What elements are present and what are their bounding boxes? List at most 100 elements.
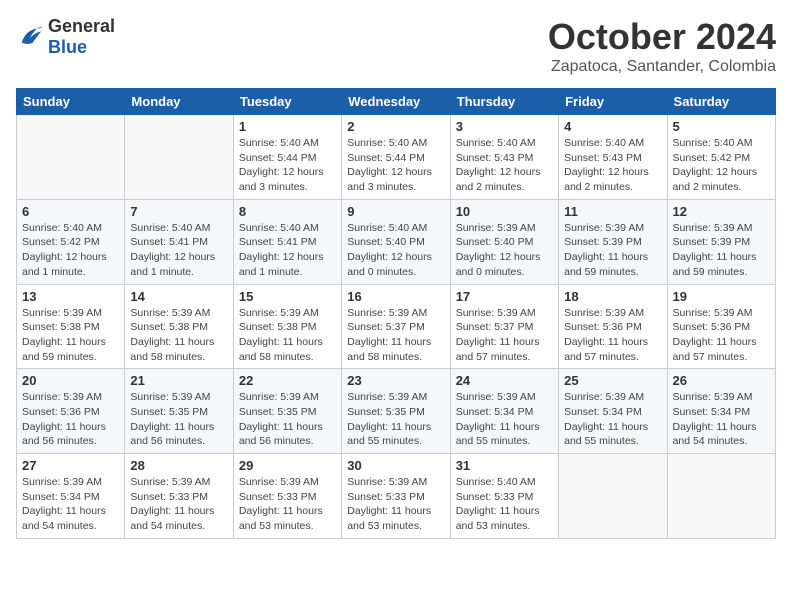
logo-bird-icon	[16, 23, 44, 51]
day-number: 6	[22, 204, 119, 219]
day-number: 21	[130, 373, 227, 388]
day-number: 17	[456, 289, 553, 304]
day-number: 13	[22, 289, 119, 304]
calendar-cell: 5 Sunrise: 5:40 AMSunset: 5:42 PMDaylight…	[667, 115, 775, 200]
calendar-week-row: 27 Sunrise: 5:39 AMSunset: 5:34 PMDayligh…	[17, 454, 776, 539]
day-info: Sunrise: 5:40 AMSunset: 5:41 PMDaylight:…	[130, 221, 227, 280]
day-info: Sunrise: 5:39 AMSunset: 5:37 PMDaylight:…	[456, 306, 553, 365]
calendar-weekday-friday: Friday	[559, 89, 667, 115]
day-number: 19	[673, 289, 770, 304]
calendar-cell: 14 Sunrise: 5:39 AMSunset: 5:38 PMDayligh…	[125, 284, 233, 369]
calendar-header-row: SundayMondayTuesdayWednesdayThursdayFrid…	[17, 89, 776, 115]
title-block: October 2024 Zapatoca, Santander, Colomb…	[548, 16, 776, 76]
calendar-cell: 8Sunrise: 5:40 AMSunset: 5:41 PMDaylight…	[233, 199, 341, 284]
day-info: Sunrise: 5:39 AMSunset: 5:36 PMDaylight:…	[564, 306, 661, 365]
day-info: Sunrise: 5:39 AMSunset: 5:37 PMDaylight:…	[347, 306, 444, 365]
calendar-cell: 3Sunrise: 5:40 AMSunset: 5:43 PMDaylight…	[450, 115, 558, 200]
logo-text: General Blue	[48, 16, 115, 58]
calendar-cell: 19Sunrise: 5:39 AMSunset: 5:36 PMDayligh…	[667, 284, 775, 369]
day-info: Sunrise: 5:39 AMSunset: 5:34 PMDaylight:…	[456, 390, 553, 449]
day-info: Sunrise: 5:40 AMSunset: 5:33 PMDaylight:…	[456, 475, 553, 534]
calendar-cell: 20 Sunrise: 5:39 AMSunset: 5:36 PMDayligh…	[17, 369, 125, 454]
calendar-cell: 23 Sunrise: 5:39 AMSunset: 5:35 PMDayligh…	[342, 369, 450, 454]
day-number: 18	[564, 289, 661, 304]
day-info: Sunrise: 5:39 AMSunset: 5:35 PMDaylight:…	[239, 390, 336, 449]
day-number: 14	[130, 289, 227, 304]
day-number: 7	[130, 204, 227, 219]
calendar-cell: 11 Sunrise: 5:39 AMSunset: 5:39 PMDayligh…	[559, 199, 667, 284]
day-number: 11	[564, 204, 661, 219]
calendar-cell: 29Sunrise: 5:39 AMSunset: 5:33 PMDayligh…	[233, 454, 341, 539]
day-number: 5	[673, 119, 770, 134]
day-number: 10	[456, 204, 553, 219]
calendar-cell: 4Sunrise: 5:40 AMSunset: 5:43 PMDaylight…	[559, 115, 667, 200]
calendar-week-row: 13 Sunrise: 5:39 AMSunset: 5:38 PMDayligh…	[17, 284, 776, 369]
day-info: Sunrise: 5:39 AMSunset: 5:35 PMDaylight:…	[130, 390, 227, 449]
calendar-cell: 1 Sunrise: 5:40 AMSunset: 5:44 PMDaylight…	[233, 115, 341, 200]
calendar-cell: 12Sunrise: 5:39 AMSunset: 5:39 PMDayligh…	[667, 199, 775, 284]
day-info: Sunrise: 5:40 AMSunset: 5:44 PMDaylight:…	[347, 136, 444, 195]
day-number: 12	[673, 204, 770, 219]
calendar-cell	[667, 454, 775, 539]
day-info: Sunrise: 5:40 AMSunset: 5:42 PMDaylight:…	[22, 221, 119, 280]
day-number: 30	[347, 458, 444, 473]
day-number: 3	[456, 119, 553, 134]
calendar-cell: 30 Sunrise: 5:39 AMSunset: 5:33 PMDayligh…	[342, 454, 450, 539]
day-number: 9	[347, 204, 444, 219]
day-info: Sunrise: 5:39 AMSunset: 5:40 PMDaylight:…	[456, 221, 553, 280]
location-subtitle: Zapatoca, Santander, Colombia	[548, 58, 776, 76]
calendar-week-row: 20 Sunrise: 5:39 AMSunset: 5:36 PMDayligh…	[17, 369, 776, 454]
calendar-cell: 15Sunrise: 5:39 AMSunset: 5:38 PMDayligh…	[233, 284, 341, 369]
day-info: Sunrise: 5:39 AMSunset: 5:34 PMDaylight:…	[22, 475, 119, 534]
calendar-cell: 25 Sunrise: 5:39 AMSunset: 5:34 PMDayligh…	[559, 369, 667, 454]
calendar-cell: 10 Sunrise: 5:39 AMSunset: 5:40 PMDayligh…	[450, 199, 558, 284]
calendar-table: SundayMondayTuesdayWednesdayThursdayFrid…	[16, 88, 776, 539]
calendar-cell: 6 Sunrise: 5:40 AMSunset: 5:42 PMDaylight…	[17, 199, 125, 284]
calendar-cell: 21 Sunrise: 5:39 AMSunset: 5:35 PMDayligh…	[125, 369, 233, 454]
day-info: Sunrise: 5:39 AMSunset: 5:35 PMDaylight:…	[347, 390, 444, 449]
day-number: 16	[347, 289, 444, 304]
calendar-cell: 2 Sunrise: 5:40 AMSunset: 5:44 PMDaylight…	[342, 115, 450, 200]
calendar-cell: 17 Sunrise: 5:39 AMSunset: 5:37 PMDayligh…	[450, 284, 558, 369]
day-info: Sunrise: 5:40 AMSunset: 5:42 PMDaylight:…	[673, 136, 770, 195]
calendar-cell	[17, 115, 125, 200]
calendar-weekday-thursday: Thursday	[450, 89, 558, 115]
day-info: Sunrise: 5:40 AMSunset: 5:40 PMDaylight:…	[347, 221, 444, 280]
day-number: 27	[22, 458, 119, 473]
day-number: 23	[347, 373, 444, 388]
day-number: 8	[239, 204, 336, 219]
day-number: 20	[22, 373, 119, 388]
day-number: 24	[456, 373, 553, 388]
calendar-week-row: 1 Sunrise: 5:40 AMSunset: 5:44 PMDaylight…	[17, 115, 776, 200]
day-info: Sunrise: 5:40 AMSunset: 5:43 PMDaylight:…	[564, 136, 661, 195]
day-info: Sunrise: 5:39 AMSunset: 5:33 PMDaylight:…	[347, 475, 444, 534]
day-info: Sunrise: 5:40 AMSunset: 5:44 PMDaylight:…	[239, 136, 336, 195]
calendar-cell: 16 Sunrise: 5:39 AMSunset: 5:37 PMDayligh…	[342, 284, 450, 369]
day-number: 26	[673, 373, 770, 388]
month-title: October 2024	[548, 16, 776, 58]
day-number: 15	[239, 289, 336, 304]
calendar-cell: 7 Sunrise: 5:40 AMSunset: 5:41 PMDaylight…	[125, 199, 233, 284]
calendar-cell: 13Sunrise: 5:39 AMSunset: 5:38 PMDayligh…	[17, 284, 125, 369]
calendar-weekday-saturday: Saturday	[667, 89, 775, 115]
page-header: General Blue October 2024 Zapatoca, Sant…	[16, 16, 776, 76]
day-info: Sunrise: 5:39 AMSunset: 5:39 PMDaylight:…	[564, 221, 661, 280]
day-info: Sunrise: 5:39 AMSunset: 5:34 PMDaylight:…	[564, 390, 661, 449]
calendar-weekday-sunday: Sunday	[17, 89, 125, 115]
calendar-weekday-wednesday: Wednesday	[342, 89, 450, 115]
calendar-cell: 26 Sunrise: 5:39 AMSunset: 5:34 PMDayligh…	[667, 369, 775, 454]
calendar-cell: 22 Sunrise: 5:39 AMSunset: 5:35 PMDayligh…	[233, 369, 341, 454]
day-number: 22	[239, 373, 336, 388]
calendar-week-row: 6 Sunrise: 5:40 AMSunset: 5:42 PMDaylight…	[17, 199, 776, 284]
day-info: Sunrise: 5:39 AMSunset: 5:34 PMDaylight:…	[673, 390, 770, 449]
day-number: 2	[347, 119, 444, 134]
calendar-cell: 27 Sunrise: 5:39 AMSunset: 5:34 PMDayligh…	[17, 454, 125, 539]
calendar-cell: 28Sunrise: 5:39 AMSunset: 5:33 PMDayligh…	[125, 454, 233, 539]
day-number: 1	[239, 119, 336, 134]
day-info: Sunrise: 5:39 AMSunset: 5:38 PMDaylight:…	[130, 306, 227, 365]
calendar-weekday-tuesday: Tuesday	[233, 89, 341, 115]
calendar-weekday-monday: Monday	[125, 89, 233, 115]
day-info: Sunrise: 5:39 AMSunset: 5:36 PMDaylight:…	[22, 390, 119, 449]
day-number: 25	[564, 373, 661, 388]
day-info: Sunrise: 5:39 AMSunset: 5:33 PMDaylight:…	[239, 475, 336, 534]
